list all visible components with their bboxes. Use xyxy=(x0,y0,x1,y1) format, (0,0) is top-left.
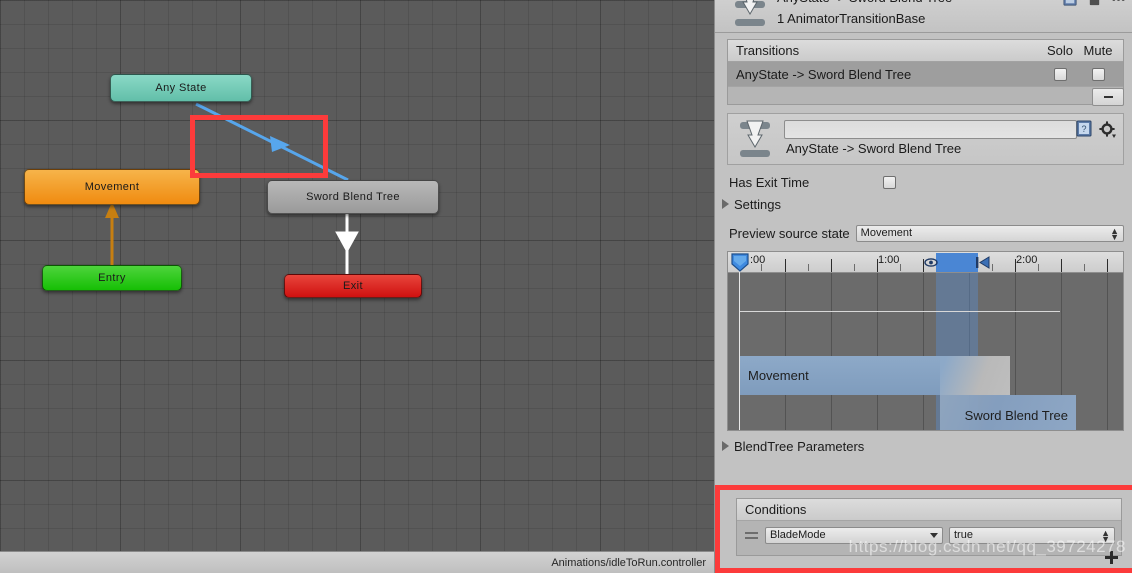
inspector-header: AnyState -> Sword Blend Tree 1 AnimatorT… xyxy=(715,0,1132,33)
solo-checkbox-cell xyxy=(1041,67,1079,81)
transition-list-item[interactable]: AnyState -> Sword Blend Tree xyxy=(728,62,1123,86)
blendtree-parameters-label: BlendTree Parameters xyxy=(734,438,865,454)
mute-column-header: Mute xyxy=(1083,43,1113,58)
ruler-label-1: 1:00 xyxy=(878,254,900,266)
transitions-header-label: Transitions xyxy=(736,43,800,58)
transition-marker-icon[interactable] xyxy=(976,256,990,269)
menu-dots-icon[interactable] xyxy=(1111,0,1126,7)
state-node-label: Exit xyxy=(343,280,363,292)
solo-checkbox[interactable] xyxy=(1053,67,1067,81)
settings-label: Settings xyxy=(734,196,781,212)
transitions-list-footer xyxy=(728,86,1124,106)
timeline-clip-sword-blend-tree[interactable]: Sword Blend Tree xyxy=(940,395,1076,430)
state-node-any-state[interactable]: Any State xyxy=(110,74,252,102)
transition-icon xyxy=(735,0,765,26)
conditions-header-label: Conditions xyxy=(745,502,807,517)
timeline-selection-range[interactable] xyxy=(936,253,978,272)
watermark-text: https://blog.csdn.net/qq_39724278 xyxy=(848,537,1126,556)
inspector-title: AnyState -> Sword Blend Tree xyxy=(777,0,952,5)
controller-path-label: Animations/idleToRun.controller xyxy=(551,556,706,569)
animator-window: Any State Movement Entry Sword Blend Tre… xyxy=(0,0,1132,573)
state-node-label: Any State xyxy=(155,82,207,94)
preview-source-state-dropdown[interactable]: Movement ▲ ▼ xyxy=(855,224,1124,242)
transition-name-input[interactable] xyxy=(784,120,1077,139)
transition-display-name: AnyState -> Sword Blend Tree xyxy=(786,141,962,156)
book-icon[interactable] xyxy=(1063,0,1078,7)
remove-transition-button[interactable] xyxy=(1092,88,1124,106)
has-exit-time-checkbox[interactable] xyxy=(883,175,896,189)
preview-source-state-value: Movement xyxy=(860,227,913,239)
inspector-header-icons xyxy=(1063,0,1126,7)
mute-checkbox[interactable] xyxy=(1091,67,1105,81)
state-node-label: Sword Blend Tree xyxy=(306,191,400,203)
solo-column-header: Solo xyxy=(1046,43,1074,58)
minus-icon xyxy=(1103,96,1113,98)
transitions-list[interactable]: Transitions Solo Mute AnyState -> Sword … xyxy=(727,39,1124,106)
has-exit-time-label: Has Exit Time xyxy=(729,174,810,190)
transition-icon xyxy=(740,120,770,157)
timeline-clip-label: Movement xyxy=(748,368,809,383)
timeline-clip-label: Sword Blend Tree xyxy=(964,407,1068,423)
playhead-handle[interactable] xyxy=(731,253,749,272)
preview-source-state-row[interactable]: Preview source state Movement ▲ ▼ xyxy=(715,221,1132,245)
conditions-header: Conditions xyxy=(737,499,1121,521)
timeline-curve-line xyxy=(740,311,1060,312)
ruler-label-0: :00 xyxy=(750,254,766,266)
state-node-exit[interactable]: Exit xyxy=(284,274,422,298)
lock-icon[interactable] xyxy=(1087,0,1102,7)
state-node-entry[interactable]: Entry xyxy=(42,265,182,291)
ruler-label-2: 2:00 xyxy=(1016,254,1038,266)
state-node-label: Entry xyxy=(98,272,126,284)
eye-icon[interactable] xyxy=(924,257,938,268)
chevron-right-icon xyxy=(722,441,729,451)
state-node-movement[interactable]: Movement xyxy=(24,169,200,205)
mute-checkbox-cell xyxy=(1079,67,1117,81)
gear-icon[interactable] xyxy=(1099,121,1117,139)
equals-operator-icon xyxy=(743,531,759,539)
animator-state-graph[interactable]: Any State Movement Entry Sword Blend Tre… xyxy=(0,0,714,573)
preview-source-state-label: Preview source state xyxy=(729,225,850,241)
stepper-arrows-icon: ▲ ▼ xyxy=(1110,225,1119,242)
inspector-panel[interactable]: AnyState -> Sword Blend Tree 1 AnimatorT… xyxy=(714,0,1132,573)
state-node-label: Movement xyxy=(84,181,140,193)
conditions-highlight-rectangle: Conditions BladeMode true ▲ ▼ xyxy=(715,485,1132,573)
transition-item-label: AnyState -> Sword Blend Tree xyxy=(736,66,912,82)
graph-status-bar: Animations/idleToRun.controller xyxy=(0,551,714,573)
has-exit-time-row[interactable]: Has Exit Time xyxy=(715,171,1132,193)
inspector-subtitle: 1 AnimatorTransitionBase xyxy=(777,11,926,26)
settings-foldout[interactable]: Settings xyxy=(715,193,1132,215)
svg-text:?: ? xyxy=(1081,124,1086,134)
playhead-line xyxy=(739,272,740,430)
condition-parameter-value: BladeMode xyxy=(770,529,826,541)
timeline-clip-movement-fade xyxy=(940,356,1010,395)
help-book-icon[interactable]: ? xyxy=(1076,120,1093,138)
chevron-right-icon xyxy=(722,199,729,209)
transitions-list-header: Transitions Solo Mute xyxy=(728,40,1123,62)
transition-object-field[interactable]: ? AnyState -> Sword Blend Tree xyxy=(727,113,1124,165)
transition-preview-timeline[interactable]: :00 1:00 2:00 Movement Sword Blend Tree xyxy=(727,251,1124,431)
state-node-sword-blend-tree[interactable]: Sword Blend Tree xyxy=(267,180,439,214)
blendtree-parameters-foldout[interactable]: BlendTree Parameters xyxy=(715,435,1132,457)
highlight-rectangle-transition xyxy=(190,115,328,178)
